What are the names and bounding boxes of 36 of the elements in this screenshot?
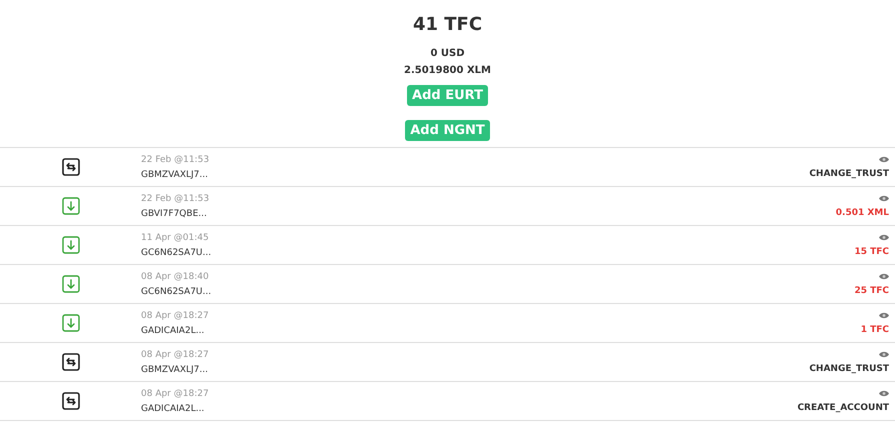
account-id: GBMZVAXLJ7... — [141, 364, 209, 374]
usd-balance: 0 USD — [430, 47, 465, 61]
add-asset-button[interactable]: Add NGNT — [405, 120, 490, 141]
view-icon[interactable] — [879, 350, 889, 358]
transaction-time: 08 Apr @18:40 — [141, 272, 210, 282]
transaction-time: 08 Apr @18:27 — [141, 388, 209, 398]
transaction-value: 0.501 XML — [836, 208, 889, 218]
transaction-time: 22 Feb @11:53 — [141, 154, 210, 164]
view-icon[interactable] — [879, 194, 889, 202]
transaction-time: 08 Apr @18:27 — [141, 350, 209, 360]
transaction-value: CHANGE_TRUST — [809, 364, 889, 374]
transaction-value: CHANGE_TRUST — [809, 168, 889, 178]
balance-title: 41 TFC — [412, 14, 482, 35]
transaction-value: 25 TFC — [854, 286, 889, 296]
view-icon[interactable] — [879, 390, 889, 396]
account-id: GC6N62SA7U... — [141, 248, 212, 258]
view-icon[interactable] — [879, 234, 889, 240]
view-icon[interactable] — [879, 272, 889, 280]
xlm-balance: 2.5019800 XLM — [404, 64, 491, 78]
transaction-time: 08 Apr @18:27 — [141, 310, 209, 320]
transaction-value: 15 TFC — [854, 246, 889, 256]
account-id: GADICAIA2L... — [141, 404, 206, 414]
account-id: GBMZVAXLJ7... — [141, 170, 209, 180]
view-icon[interactable] — [879, 156, 889, 162]
account-id: GBVI7F7QBE... — [141, 208, 208, 218]
exchange-arrows-icon — [62, 353, 80, 371]
transaction-value: CREATE_ACCOUNT — [797, 402, 889, 412]
exchange-arrows-icon — [62, 392, 80, 410]
transaction-time: 22 Feb @11:53 — [141, 194, 210, 204]
transaction-time: 11 Apr @01:45 — [141, 232, 210, 242]
transaction-value: 1 TFC — [860, 324, 889, 334]
account-id: GC6N62SA7U... — [141, 286, 212, 296]
view-icon[interactable] — [879, 312, 889, 318]
exchange-arrows-icon — [62, 158, 80, 176]
account-id: GADICAIA2L... — [141, 326, 206, 336]
add-asset-button[interactable]: Add EURT — [407, 85, 488, 106]
